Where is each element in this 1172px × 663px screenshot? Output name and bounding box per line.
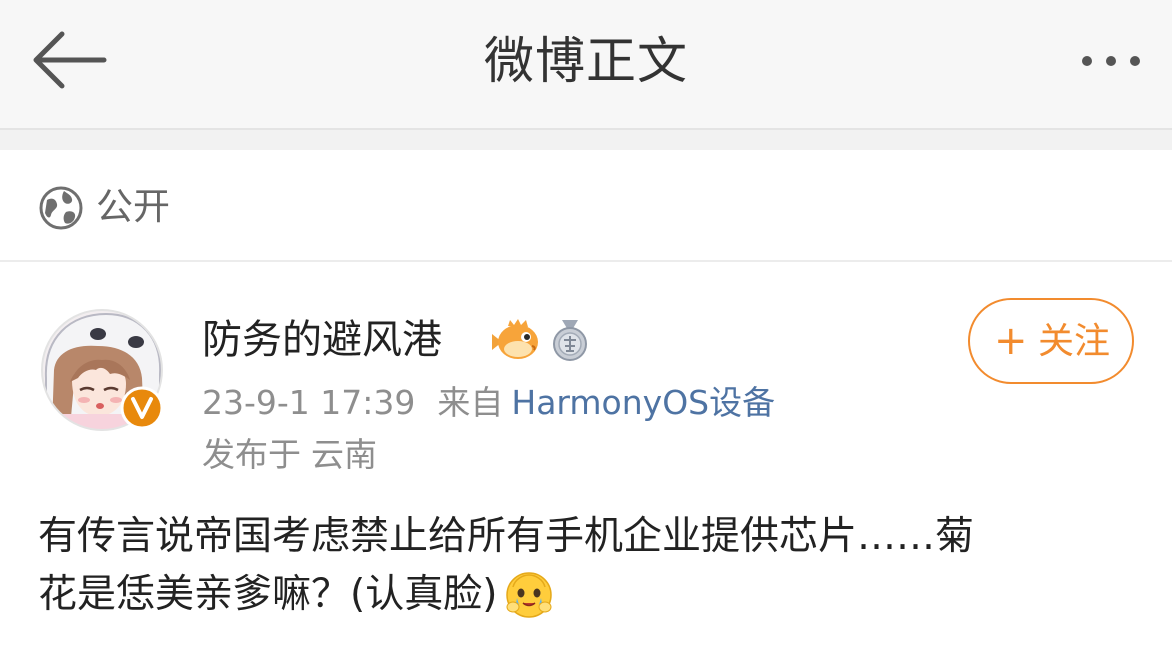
more-options-button[interactable]	[1060, 36, 1150, 86]
author-name[interactable]: 防务的避风港	[202, 312, 442, 368]
globe-icon	[39, 186, 83, 230]
location-value: 云南	[311, 435, 377, 474]
crying-face-emoji	[506, 571, 553, 618]
visibility-row	[0, 150, 1172, 262]
post-text-line-2: 花是恁美亲爹嘛？(认真脸)	[38, 566, 1138, 624]
post-location: 发布于 云南	[202, 432, 377, 478]
pufferfish-vip-icon[interactable]	[488, 316, 542, 364]
source-device-link[interactable]: HarmonyOS设备	[511, 383, 775, 422]
verified-badge-icon	[120, 386, 164, 430]
more-dots-icon	[1106, 56, 1116, 66]
post-text-line: 有传言说帝国考虑禁止给所有手机企业提供芯片……菊	[38, 514, 975, 559]
post-meta: 23-9-1 17:39 来自 HarmonyOS设备	[202, 380, 775, 426]
visibility-label: 公开	[96, 185, 170, 228]
source-prefix: 来自	[437, 383, 504, 422]
follow-button[interactable]: + 关注	[968, 298, 1134, 384]
follow-button-label: 关注	[1038, 321, 1111, 362]
section-divider	[0, 130, 1172, 150]
top-nav-bar: 微博正文	[0, 0, 1172, 130]
post-text-line: 花是恁美亲爹嘛？(认真脸)	[38, 572, 498, 617]
post-content: 有传言说帝国考虑禁止给所有手机企业提供芯片……菊 花是恁美亲爹嘛？(认真脸)	[38, 508, 1138, 624]
plus-icon: +	[994, 318, 1028, 364]
location-prefix: 发布于	[202, 435, 301, 474]
post-time: 23-9-1 17:39	[202, 383, 416, 422]
medal-icon[interactable]	[548, 318, 592, 362]
page-title: 微博正文	[484, 32, 688, 90]
weibo-post-page: 微博正文 公开 防务的避风港 23-9-1 17:39 来自 HarmonyOS…	[0, 0, 1172, 663]
